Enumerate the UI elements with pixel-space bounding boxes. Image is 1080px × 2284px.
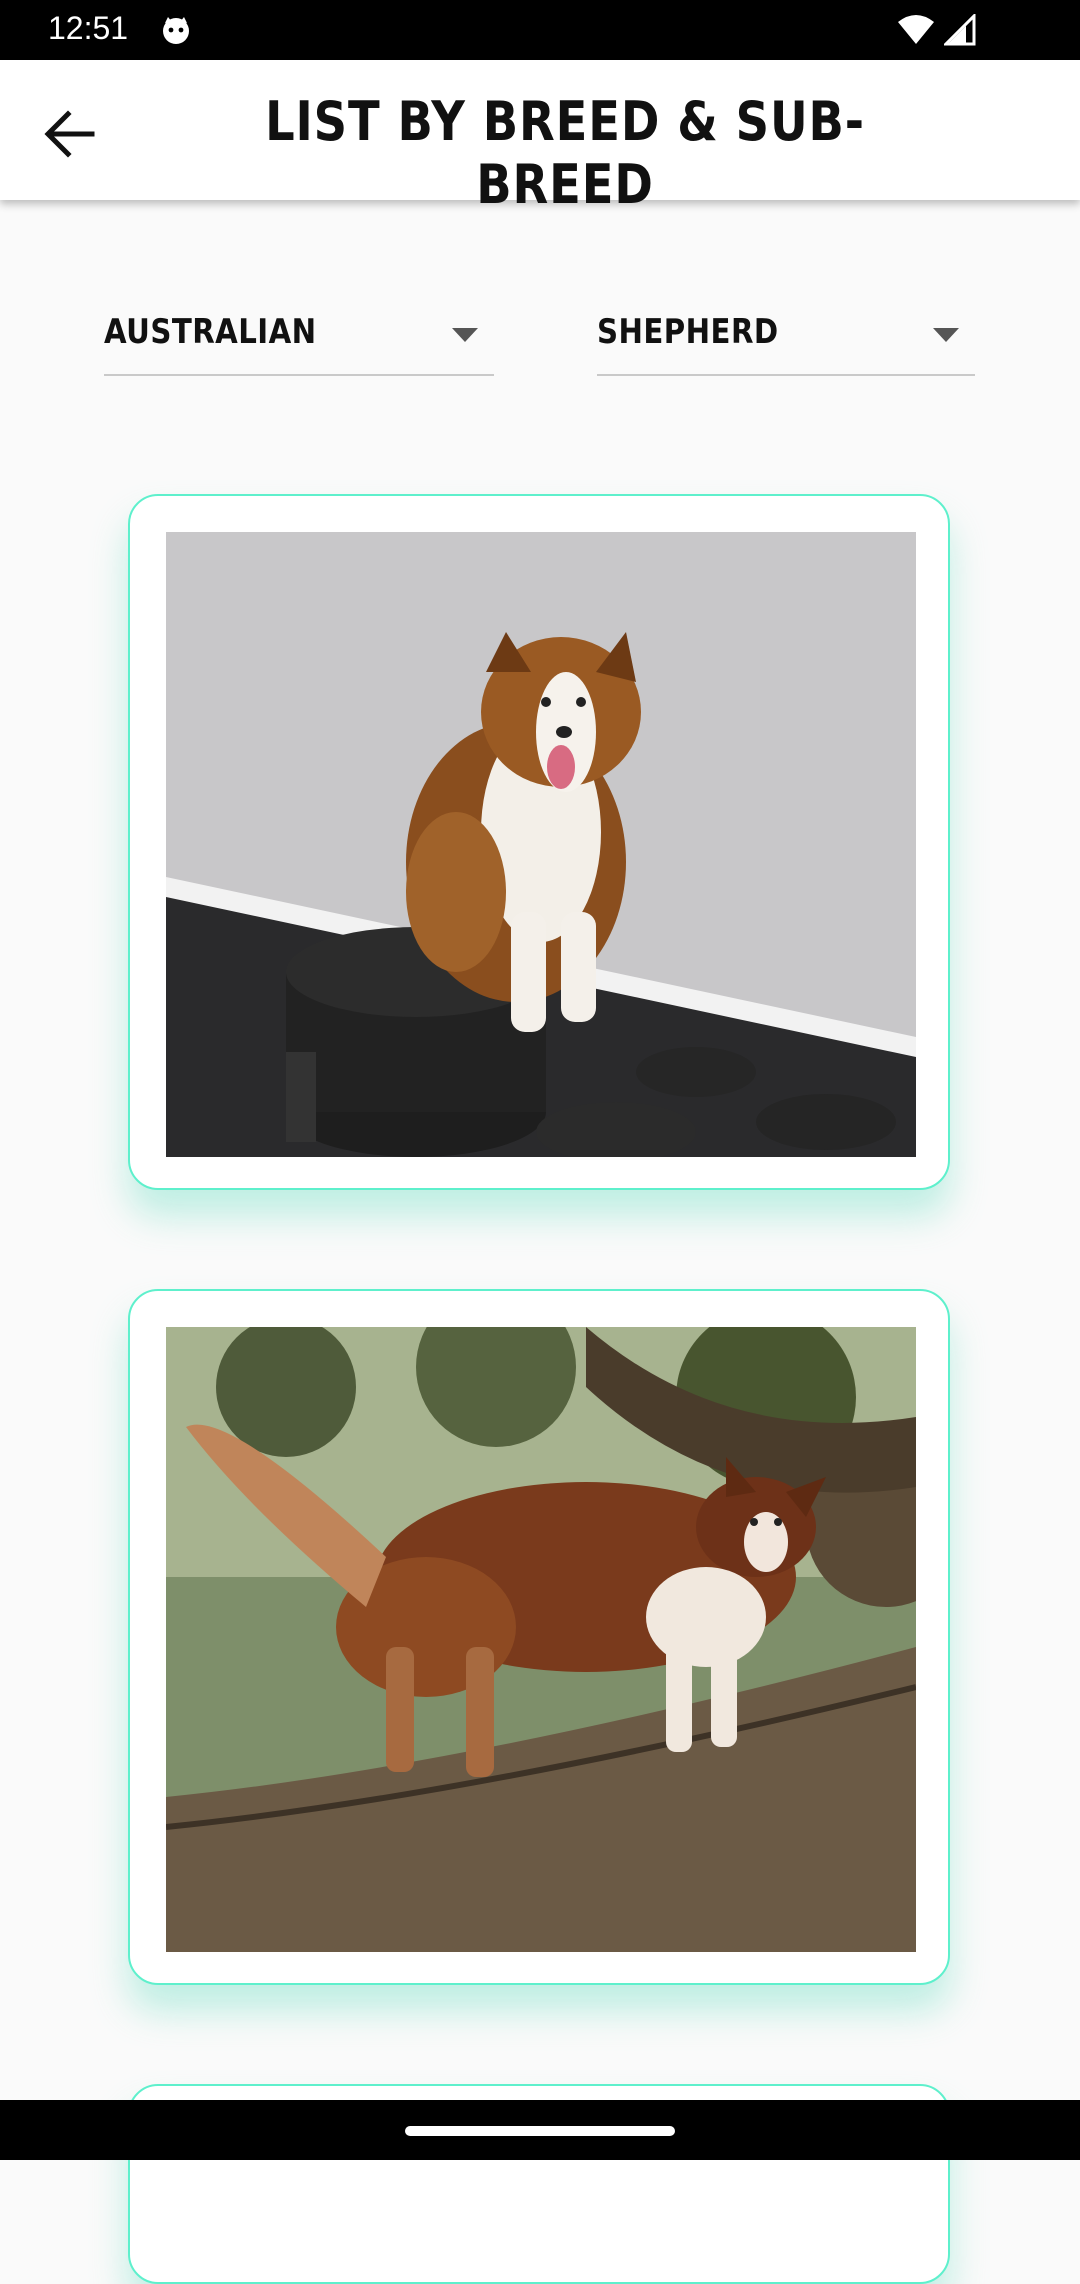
status-time: 12:51 xyxy=(48,10,129,46)
breed-dropdown-value: Australian xyxy=(104,312,317,352)
chevron-down-icon xyxy=(452,328,478,342)
arrow-back-icon[interactable] xyxy=(36,100,104,168)
cat-notification-icon xyxy=(163,17,189,44)
home-gesture-handle[interactable] xyxy=(405,2126,675,2136)
dog-photo xyxy=(166,532,916,1157)
wifi-icon xyxy=(898,15,934,44)
dog-image-card[interactable] xyxy=(128,494,950,1190)
dog-photo xyxy=(166,1327,916,1952)
app-bar: List by Breed & Sub-Breed xyxy=(0,60,1080,216)
status-bar: 12:51 xyxy=(0,0,1080,60)
sub-breed-dropdown-value: Shepherd xyxy=(597,312,779,352)
chevron-down-icon xyxy=(933,328,959,342)
page-title: List by Breed & Sub-Breed xyxy=(265,90,865,216)
sub-breed-dropdown[interactable]: Shepherd xyxy=(597,300,975,376)
breed-dropdown[interactable]: Australian xyxy=(104,300,494,376)
dog-image-card[interactable] xyxy=(128,1289,950,1985)
signal-icon xyxy=(944,14,976,46)
